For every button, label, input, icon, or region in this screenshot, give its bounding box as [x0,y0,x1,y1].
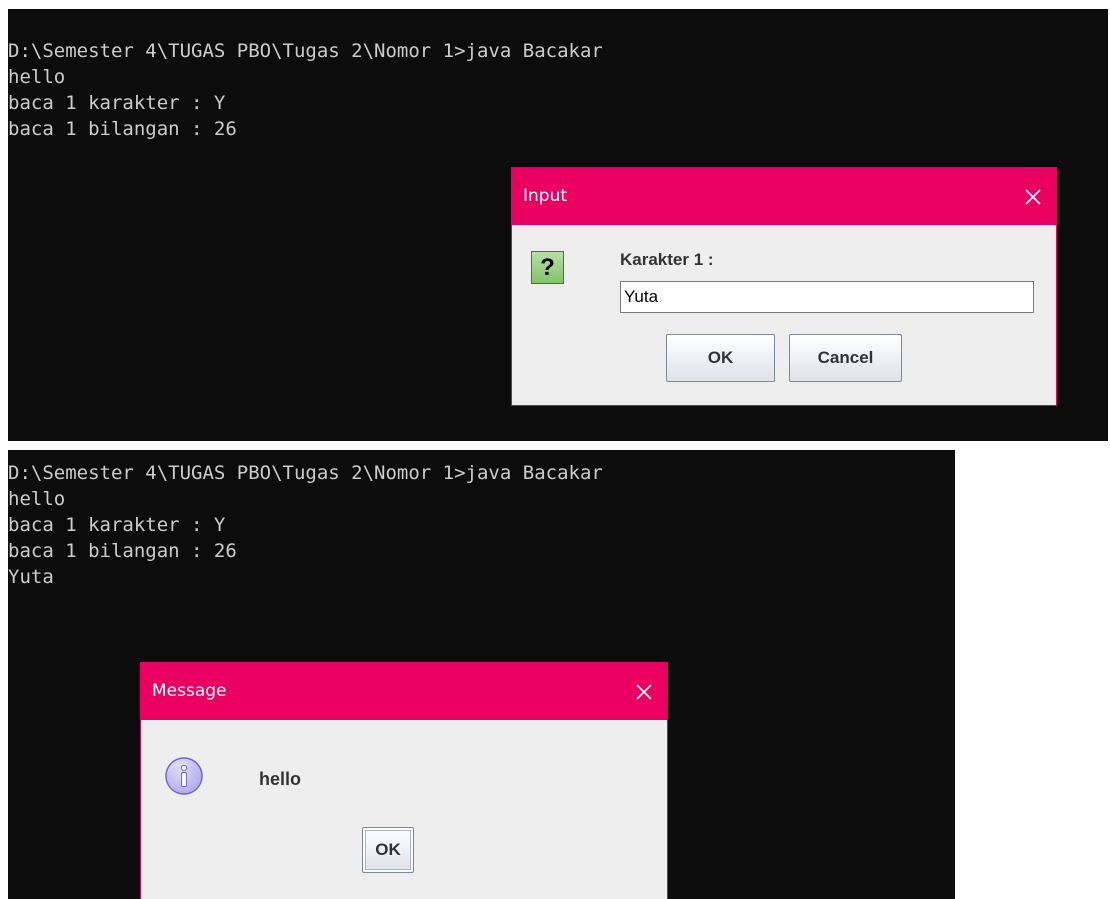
ok-button[interactable]: OK [666,334,775,382]
close-icon [636,683,652,700]
console-output-bottom: D:\Semester 4\TUGAS PBO\Tugas 2\Nomor 1>… [8,460,603,590]
console-output-top: D:\Semester 4\TUGAS PBO\Tugas 2\Nomor 1>… [8,38,603,142]
close-button[interactable] [1010,168,1056,225]
message-dialog-titlebar[interactable]: Message [141,663,667,720]
information-icon [165,757,203,795]
character-input[interactable] [620,281,1034,313]
console-line: hello [8,66,66,88]
console-line: baca 1 bilangan : 26 [8,118,237,140]
console-line: D:\Semester 4\TUGAS PBO\Tugas 2\Nomor 1>… [8,40,603,62]
input-dialog-title: Input [523,186,568,206]
console-line: baca 1 bilangan : 26 [8,540,237,562]
console-window-top: D:\Semester 4\TUGAS PBO\Tugas 2\Nomor 1>… [8,9,1108,441]
cancel-button[interactable]: Cancel [789,334,902,382]
close-icon [1025,188,1041,205]
message-dialog: Message hello OK [140,662,668,899]
input-dialog-titlebar[interactable]: Input [512,168,1056,225]
prompt-label: Karakter 1 : [620,250,714,269]
console-window-bottom: D:\Semester 4\TUGAS PBO\Tugas 2\Nomor 1>… [8,450,955,899]
question-icon: ? [531,251,564,284]
ok-button[interactable]: OK [362,827,414,873]
console-line: baca 1 karakter : Y [8,92,226,114]
message-text: hello [259,769,302,789]
console-line: Yuta [8,566,54,588]
message-dialog-title: Message [152,681,227,701]
input-dialog: Input ? Karakter 1 : OK Cancel [511,167,1057,406]
console-line: D:\Semester 4\TUGAS PBO\Tugas 2\Nomor 1>… [8,462,603,484]
console-line: hello [8,488,66,510]
console-line: baca 1 karakter : Y [8,514,226,536]
close-button[interactable] [621,663,667,720]
